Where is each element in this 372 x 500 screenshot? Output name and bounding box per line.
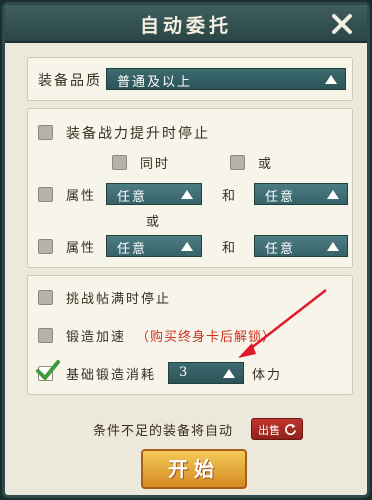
dialog-title: 自动委托 [139, 15, 232, 37]
challenge-full-label: 挑战帖满时停止 [66, 292, 172, 307]
attr-row-2-first-value: 任意 [117, 242, 148, 257]
title-bar: 自动委托 [5, 5, 367, 43]
attr-row-1-second-value: 任意 [265, 190, 296, 205]
quality-select[interactable]: 普通及以上 [106, 68, 346, 90]
attr-row-2-first-select[interactable]: 任意 [106, 235, 202, 257]
attr-or-separator: 或 [146, 215, 162, 230]
forge-speedup-note: （购买终身卡后解锁） [136, 330, 277, 345]
close-icon[interactable] [329, 11, 355, 37]
attr-row-1-second-select[interactable]: 任意 [254, 183, 348, 205]
same-time-checkbox[interactable] [112, 155, 127, 170]
start-button[interactable]: 开始 [141, 449, 247, 489]
dropdown-arrow-icon [325, 75, 337, 84]
auto-commission-dialog: 自动委托 装备品质 普通及以上 装备战力提升时停止 同时 或 属性 任意 和 任… [2, 2, 370, 498]
dropdown-arrow-icon [223, 369, 235, 378]
attr-row-1-label: 属性 [66, 189, 97, 204]
attr-row-1-and: 和 [222, 189, 238, 204]
or-mode-label: 或 [258, 157, 274, 172]
power-up-label: 装备战力提升时停止 [66, 126, 210, 142]
or-mode-checkbox[interactable] [230, 155, 245, 170]
quality-panel: 装备品质 普通及以上 [27, 57, 353, 101]
attr-row-2-label: 属性 [66, 241, 97, 256]
attr-row-2-and: 和 [222, 241, 238, 256]
dropdown-arrow-icon [327, 190, 339, 199]
dropdown-arrow-icon [181, 190, 193, 199]
attr-row-1-first-value: 任意 [117, 190, 148, 205]
attr-row-1-first-select[interactable]: 任意 [106, 183, 202, 205]
same-time-label: 同时 [140, 157, 171, 172]
checkmark-icon [36, 360, 60, 380]
quality-label: 装备品质 [38, 73, 102, 89]
attr-row-2-second-value: 任意 [265, 242, 296, 257]
power-up-checkbox[interactable] [38, 125, 53, 140]
attr-row-1-checkbox[interactable] [38, 187, 53, 202]
sell-label: 出售 [258, 424, 280, 437]
base-forge-label: 基础锻造消耗 [66, 368, 157, 383]
forge-panel: 挑战帖满时停止 锻造加速 （购买终身卡后解锁） 基础锻造消耗 3 体力 [27, 275, 353, 395]
dropdown-arrow-icon [181, 242, 193, 251]
forge-speedup-label: 锻造加速 [66, 330, 127, 345]
attr-row-2-second-select[interactable]: 任意 [254, 235, 348, 257]
stop-conditions-panel: 装备战力提升时停止 同时 或 属性 任意 和 任意 或 属性 任意 和 任意 [27, 108, 353, 268]
base-forge-checkbox[interactable] [36, 360, 60, 381]
auto-sell-text: 条件不足的装备将自动 [93, 424, 234, 439]
quality-select-value: 普通及以上 [117, 75, 193, 90]
dropdown-arrow-icon [327, 242, 339, 251]
refresh-icon [285, 423, 296, 436]
attr-row-2-checkbox[interactable] [38, 239, 53, 254]
base-forge-select[interactable]: 3 [168, 362, 244, 384]
forge-speedup-checkbox[interactable] [38, 328, 53, 343]
stamina-label: 体力 [252, 368, 283, 383]
challenge-full-checkbox[interactable] [38, 290, 53, 305]
base-forge-value: 3 [179, 365, 190, 380]
sell-button[interactable]: 出售 [251, 418, 303, 440]
